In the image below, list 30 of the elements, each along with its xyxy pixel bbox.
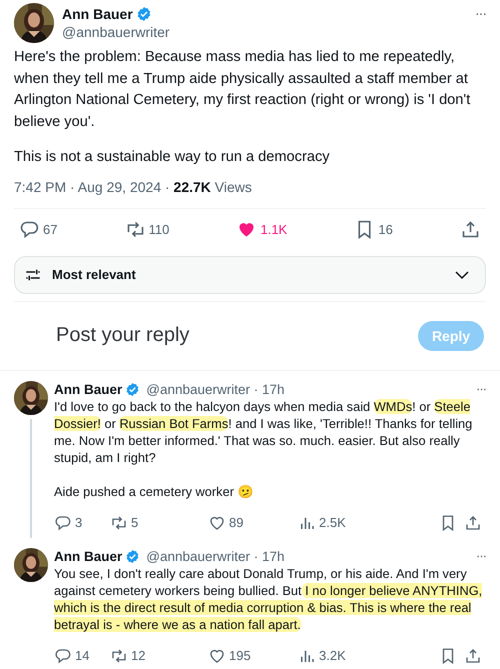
reply-button[interactable]: 67 — [19, 219, 58, 240]
author-handle: @annbauerwriter · 17h — [146, 548, 285, 564]
bookmark-button[interactable]: 16 — [354, 219, 393, 240]
more-options-button[interactable]: ··· — [476, 548, 486, 562]
post-timestamp: 7:42 PM · Aug 29, 2024 · 22.7K Views — [14, 178, 253, 194]
author-name: Ann Bauer — [54, 548, 122, 564]
views-button[interactable]: 3.2K — [298, 646, 439, 664]
more-options-button[interactable]: ··· — [475, 5, 486, 21]
reply-text: I'd love to go back to the halcyon days when media said WMDs! or Steele Dossier! or Russian Bot Farms! and I was like, 'Terrible!! Thanks for telling me. Now I'm better informed.' That was so. much. easier. But also really stupid, am I right? — [54, 398, 474, 466]
author-handle: @annbauerwriter · 17h — [146, 382, 285, 396]
repost-button[interactable]: 5 — [110, 514, 208, 532]
reply-button[interactable]: 14 — [54, 646, 110, 664]
author-name: Ann Bauer — [62, 6, 133, 22]
repost-button[interactable]: 110 — [124, 219, 170, 240]
author-handle: @annbauerwriter — [62, 24, 170, 40]
share-icon[interactable] — [460, 219, 481, 240]
share-icon[interactable] — [464, 514, 482, 532]
author-name: Ann Bauer — [54, 382, 122, 396]
share-icon[interactable] — [464, 646, 482, 664]
like-button[interactable]: 1.1K — [236, 219, 288, 240]
post-text: Here's the problem: Because mass media has lied to me repeatedly, when they tell me a Trump aide physically assaulted a staff member at Arlington National Cemetery, my first reaction (right or wrong) is 'I don't believe you'. — [14, 48, 472, 132]
like-button[interactable]: 89 — [208, 514, 298, 532]
reply-text: Aide pushed a cemetery worker 🫤 — [54, 482, 255, 500]
like-button[interactable]: 195 — [208, 646, 298, 664]
repost-button[interactable]: 12 — [110, 646, 208, 664]
views-button[interactable]: 2.5K — [298, 514, 439, 532]
more-options-button[interactable]: ··· — [476, 380, 486, 396]
post-text: This is not a sustainable way to run a democracy — [14, 148, 331, 167]
sort-dropdown[interactable]: Most relevant — [14, 256, 486, 294]
reply-button[interactable]: 3 — [54, 514, 110, 532]
